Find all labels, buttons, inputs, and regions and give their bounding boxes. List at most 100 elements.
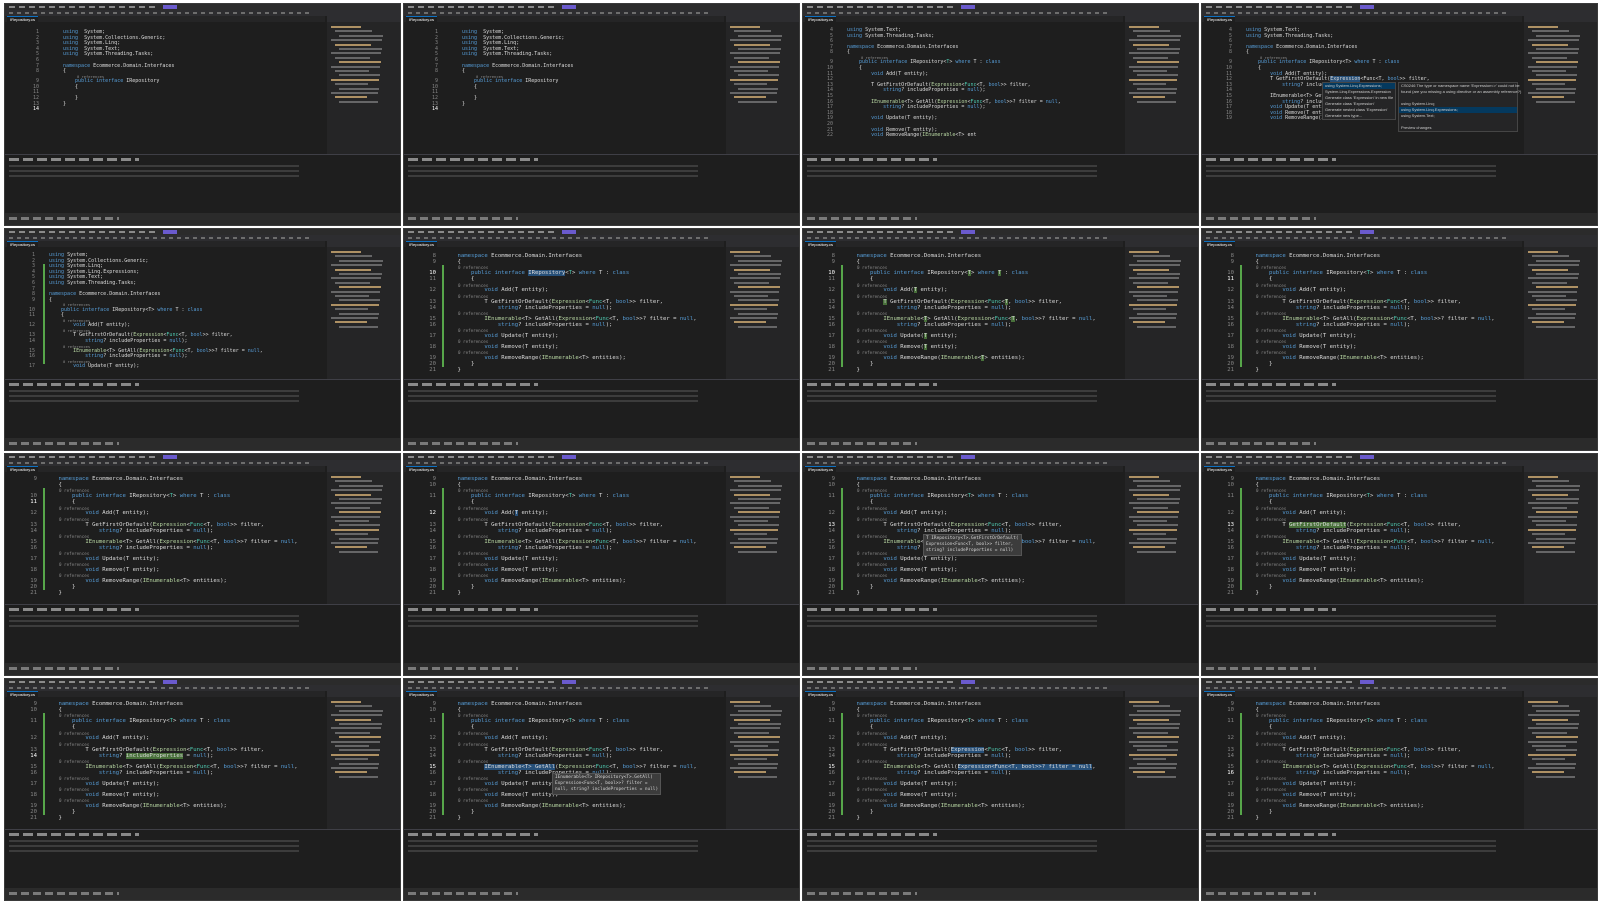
solution-tree-item[interactable] (331, 701, 361, 703)
solution-tree-item[interactable] (1133, 718, 1169, 721)
solution-tree-item[interactable] (738, 34, 782, 37)
solution-tree-item[interactable] (331, 26, 361, 28)
solution-tree-item[interactable] (738, 273, 781, 275)
solution-tree-item[interactable] (339, 484, 383, 487)
code-line[interactable]: 21 } (404, 590, 461, 596)
solution-tree-item[interactable] (1532, 30, 1569, 33)
solution-tree-item[interactable] (1536, 709, 1580, 712)
solution-tree-item[interactable] (734, 718, 770, 721)
solution-tree-item[interactable] (1532, 758, 1565, 761)
code-editor[interactable]: 9 namespace Ecommerce.Domain.Interfaces 1… (1202, 697, 1522, 830)
solution-tree-item[interactable] (1133, 83, 1166, 86)
error-list-row[interactable] (807, 615, 1097, 617)
solution-tree-item[interactable] (1536, 775, 1575, 778)
solution-tree-item[interactable] (335, 480, 372, 483)
solution-tree-item[interactable] (335, 705, 372, 708)
solution-tree-item[interactable] (1137, 484, 1181, 487)
code-line[interactable]: 21 } (803, 367, 860, 373)
error-list-filters[interactable] (1206, 158, 1336, 161)
solution-tree-item[interactable] (1536, 286, 1578, 289)
solution-tree-item[interactable] (1532, 480, 1569, 483)
menu-items[interactable] (1206, 456, 1356, 458)
error-list-panel[interactable] (404, 379, 799, 438)
solution-tree-item[interactable] (730, 52, 780, 55)
solution-tree-item[interactable] (1532, 70, 1566, 72)
solution-tree-item[interactable] (738, 511, 780, 514)
solution-tree-item[interactable] (1532, 745, 1566, 747)
solution-tree-item[interactable] (1137, 299, 1178, 302)
solution-tree-item[interactable] (730, 740, 779, 743)
solution-tree-item[interactable] (730, 727, 780, 730)
code-line[interactable]: 14 (5, 107, 63, 113)
solution-tree-item[interactable] (1129, 701, 1159, 703)
error-list-filters[interactable] (1206, 833, 1336, 836)
solution-tree-item[interactable] (1528, 714, 1579, 717)
solution-tree-item[interactable] (734, 745, 768, 747)
solution-explorer[interactable] (327, 691, 400, 830)
code-editor[interactable]: 9 namespace Ecommerce.Domain.Interfaces 1… (404, 697, 724, 830)
toolbar-buttons[interactable] (408, 12, 708, 14)
solution-tree-item[interactable] (1129, 515, 1178, 518)
error-list-row[interactable] (807, 170, 1097, 172)
menu-items[interactable] (807, 456, 957, 458)
solution-tree-item[interactable] (339, 723, 382, 725)
solution-tree-item[interactable] (335, 255, 372, 258)
solution-tree-item[interactable] (1137, 550, 1176, 553)
error-list-panel[interactable] (803, 604, 1198, 663)
solution-tree-item[interactable] (738, 48, 781, 50)
quick-actions-menu[interactable]: using System.Linq.Expressions; System.Lin… (1322, 82, 1396, 120)
error-list-filters[interactable] (9, 833, 139, 836)
error-list-row[interactable] (807, 625, 1097, 627)
solution-explorer[interactable] (726, 466, 799, 605)
solution-tree-item[interactable] (1133, 771, 1165, 774)
solution-tree-item[interactable] (331, 542, 378, 544)
menu-highlight[interactable] (961, 455, 975, 459)
solution-tree-item[interactable] (738, 259, 782, 262)
solution-tree-item[interactable] (1532, 83, 1565, 86)
toolbar-buttons[interactable] (1206, 462, 1506, 464)
solution-explorer[interactable] (327, 466, 400, 605)
solution-tree-item[interactable] (1528, 290, 1577, 293)
menu-items[interactable] (9, 456, 159, 458)
solution-tree-item[interactable] (1129, 52, 1179, 55)
solution-tree-item[interactable] (1133, 758, 1166, 761)
solution-tree-item[interactable] (339, 100, 378, 103)
solution-explorer[interactable] (1125, 466, 1198, 605)
solution-tree-item[interactable] (734, 758, 767, 761)
solution-tree-item[interactable] (1137, 524, 1178, 527)
solution-tree-item[interactable] (1532, 506, 1567, 509)
solution-tree-item[interactable] (335, 308, 368, 311)
error-list-row[interactable] (408, 400, 698, 402)
solution-tree-item[interactable] (1129, 727, 1179, 730)
error-list-filters[interactable] (9, 383, 139, 386)
error-list-panel[interactable] (803, 829, 1198, 888)
solution-tree-item[interactable] (1532, 43, 1568, 46)
code-line[interactable]: 21 } (1202, 815, 1259, 821)
solution-tree-item[interactable] (1536, 537, 1576, 540)
solution-tree-item[interactable] (331, 264, 382, 267)
menu-highlight[interactable] (562, 680, 576, 684)
solution-tree-item[interactable] (1137, 312, 1177, 315)
solution-tree-item[interactable] (1137, 709, 1181, 712)
solution-tree-item[interactable] (1528, 528, 1576, 531)
error-list-row[interactable] (9, 390, 299, 392)
menu-item[interactable]: Generate new type... (1323, 113, 1395, 119)
solution-tree-item[interactable] (335, 493, 371, 496)
solution-tree-item[interactable] (1528, 476, 1558, 478)
error-list-row[interactable] (408, 845, 698, 847)
solution-tree-item[interactable] (335, 731, 370, 734)
solution-tree-item[interactable] (738, 709, 782, 712)
solution-tree-item[interactable] (339, 498, 382, 500)
solution-tree-item[interactable] (730, 515, 779, 518)
solution-explorer[interactable] (327, 16, 400, 155)
solution-tree-item[interactable] (1129, 714, 1180, 717)
solution-tree-item[interactable] (335, 546, 367, 549)
solution-tree-item[interactable] (1528, 277, 1578, 280)
error-list-panel[interactable] (5, 829, 400, 888)
solution-tree-item[interactable] (339, 61, 381, 64)
solution-tree-item[interactable] (1133, 43, 1169, 46)
solution-tree-item[interactable] (738, 299, 779, 302)
solution-tree-item[interactable] (339, 48, 382, 50)
solution-tree-item[interactable] (339, 709, 383, 712)
error-list-row[interactable] (1206, 845, 1496, 847)
